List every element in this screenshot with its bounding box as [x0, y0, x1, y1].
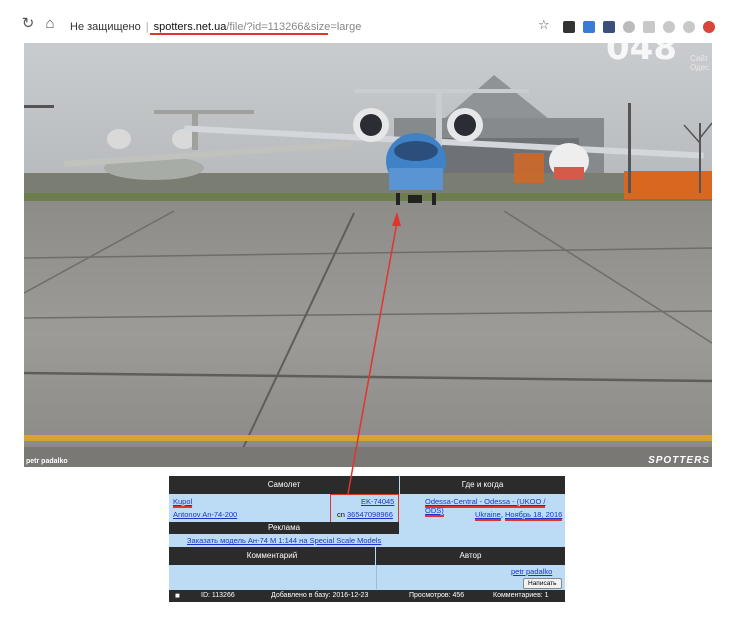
annotation-arrow — [347, 212, 401, 495]
